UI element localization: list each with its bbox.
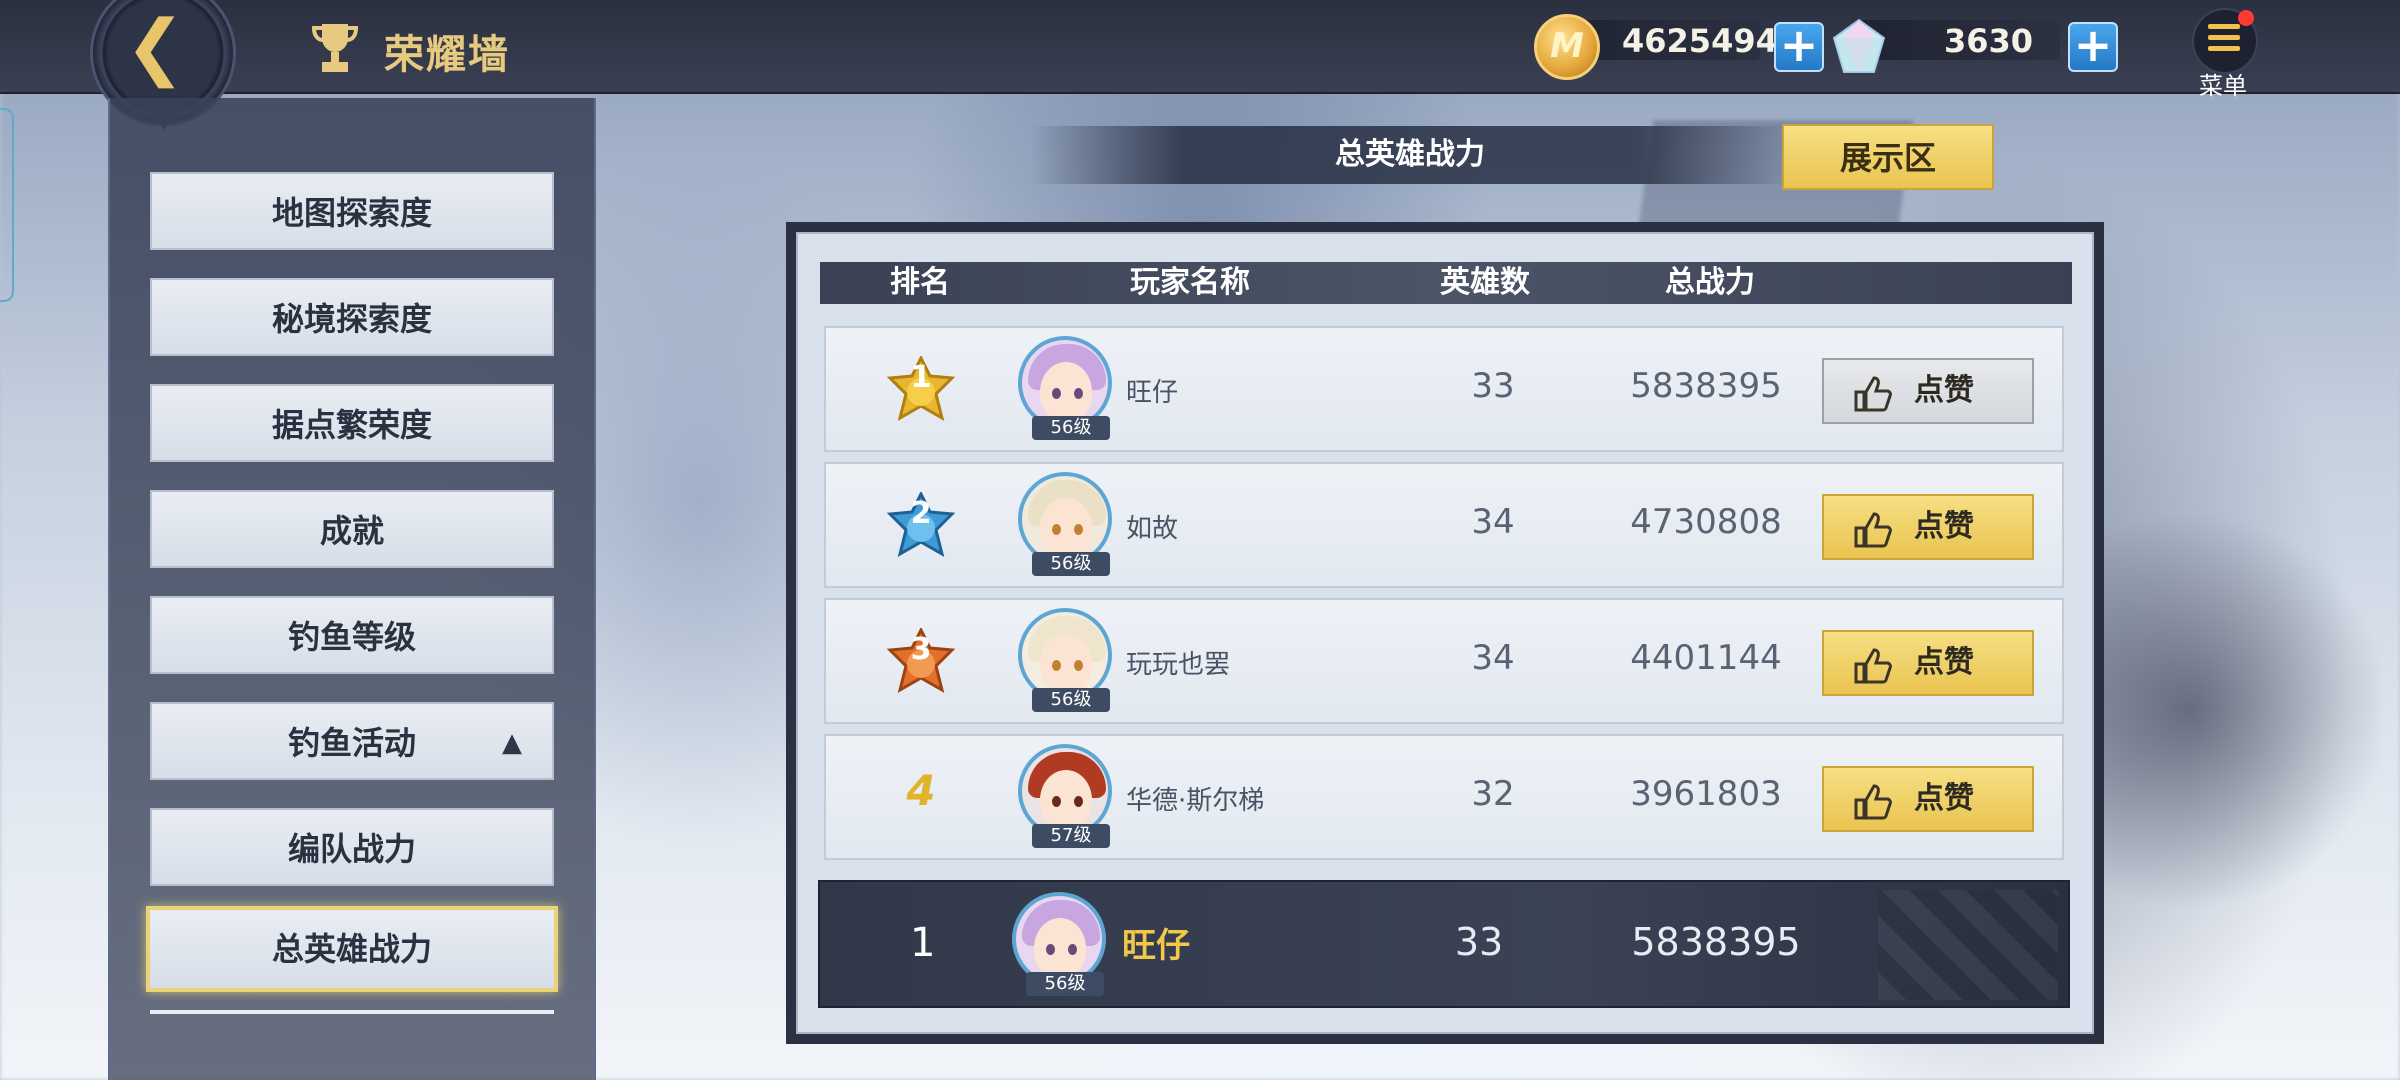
table-row: 4 57级 华德·斯尔梯 32 3961803 点赞 xyxy=(824,734,2064,860)
avatar-eye xyxy=(1052,524,1061,535)
like-button[interactable]: 点赞 xyxy=(1822,494,2034,560)
category-sidebar: 地图探索度 秘境探索度 据点繁荣度 成就 钓鱼等级 钓鱼活动 ▲ 编队战力 总英… xyxy=(108,98,596,1080)
avatar-eye xyxy=(1068,944,1077,955)
like-button[interactable]: 点赞 xyxy=(1822,630,2034,696)
like-button[interactable]: 点赞 xyxy=(1822,358,2034,424)
thumbs-up-icon xyxy=(1854,648,1892,684)
sidebar-item-stronghold-prosperity[interactable]: 据点繁荣度 xyxy=(150,384,554,462)
back-chevron-icon: ❮ xyxy=(125,4,186,88)
sidebar-item-achievements[interactable]: 成就 xyxy=(150,490,554,568)
like-label: 点赞 xyxy=(1914,781,1974,816)
avatar-eye xyxy=(1074,660,1083,671)
rank-number: 1 xyxy=(910,360,932,395)
gem-amount: 3630 xyxy=(1944,22,2034,60)
table-row: 1 56级 旺仔 33 5838395 点赞 xyxy=(824,326,2064,452)
my-ranking-row: 1 56级 旺仔 33 5838395 xyxy=(818,880,2070,1008)
avatar-face xyxy=(1034,918,1086,978)
table-row: 2 56级 如故 34 4730808 点赞 xyxy=(824,462,2064,588)
like-label: 点赞 xyxy=(1914,645,1974,680)
sidebar-item-map-exploration[interactable]: 地图探索度 xyxy=(150,172,554,250)
avatar-eye xyxy=(1074,796,1083,807)
avatar-eye xyxy=(1074,524,1083,535)
add-gems-button[interactable]: + xyxy=(2068,22,2118,72)
player-name: 旺仔 xyxy=(1126,378,1179,408)
thumbs-up-icon xyxy=(1854,512,1892,548)
table-row: 3 56级 玩玩也罢 34 4401144 点赞 xyxy=(824,598,2064,724)
player-level: 56级 xyxy=(1032,552,1110,576)
sidebar-item-fishing-level[interactable]: 钓鱼等级 xyxy=(150,596,554,674)
gem-icon xyxy=(1832,18,1886,73)
menu-icon xyxy=(2208,24,2240,54)
sidebar-item-secret-exploration[interactable]: 秘境探索度 xyxy=(150,278,554,356)
menu-label: 菜单 xyxy=(2199,72,2247,100)
like-label: 点赞 xyxy=(1914,509,1974,544)
my-total-power: 5838395 xyxy=(1631,920,1801,964)
my-name: 旺仔 xyxy=(1122,926,1190,966)
coin-icon: M xyxy=(1534,14,1600,80)
total-power: 4730808 xyxy=(1630,502,1782,542)
col-rank: 排名 xyxy=(890,265,950,300)
avatar-eye xyxy=(1052,796,1061,807)
avatar-face xyxy=(1040,362,1092,422)
sidebar-item-total-hero-power[interactable]: 总英雄战力 xyxy=(146,906,558,992)
row-decoration xyxy=(1878,890,2058,1000)
sidebar-item-label: 钓鱼活动 xyxy=(287,724,416,762)
hero-count: 34 xyxy=(1471,502,1515,542)
sidebar-item-fishing-event[interactable]: 钓鱼活动 ▲ xyxy=(150,702,554,780)
collapse-caret-icon[interactable]: ▲ xyxy=(502,704,522,782)
my-level: 56级 xyxy=(1026,972,1104,996)
player-name: 玩玩也罢 xyxy=(1126,650,1231,680)
hero-count: 32 xyxy=(1471,774,1515,814)
my-hero-count: 33 xyxy=(1454,920,1504,964)
menu-button[interactable]: 菜单 xyxy=(2188,8,2258,100)
rank-number: 4 xyxy=(906,766,936,815)
like-label: 点赞 xyxy=(1914,373,1974,408)
thumbs-up-icon xyxy=(1854,784,1892,820)
page-title: 荣耀墙 xyxy=(384,32,510,78)
table-header: 排名 玩家名称 英雄数 总战力 xyxy=(820,262,2072,304)
avatar-face xyxy=(1040,770,1092,830)
col-player-name: 玩家名称 xyxy=(1130,265,1250,300)
coin-amount: 4625494 xyxy=(1622,22,1778,60)
col-total-power: 总战力 xyxy=(1665,265,1755,300)
sidebar-divider xyxy=(150,1010,554,1014)
avatar-eye xyxy=(1074,388,1083,399)
hero-count: 33 xyxy=(1471,366,1515,406)
total-power: 5838395 xyxy=(1630,366,1782,406)
rank-number: 2 xyxy=(910,496,932,531)
total-power: 3961803 xyxy=(1630,774,1782,814)
player-name: 如故 xyxy=(1126,514,1179,544)
my-rank: 1 xyxy=(910,920,936,966)
board-title: 总英雄战力 xyxy=(1335,137,1485,172)
total-power: 4401144 xyxy=(1630,638,1782,678)
trophy-icon xyxy=(311,24,359,72)
avatar-face xyxy=(1040,634,1092,694)
display-area-button[interactable]: 展示区 xyxy=(1782,124,1994,190)
player-name: 华德·斯尔梯 xyxy=(1126,786,1265,816)
rank-number: 3 xyxy=(910,632,932,667)
thumbs-up-icon xyxy=(1854,376,1892,412)
hero-count: 34 xyxy=(1471,638,1515,678)
avatar-eye xyxy=(1052,660,1061,671)
sidebar-item-team-power[interactable]: 编队战力 xyxy=(150,808,554,886)
like-button[interactable]: 点赞 xyxy=(1822,766,2034,832)
side-edge-tab[interactable] xyxy=(0,108,14,302)
avatar-eye xyxy=(1046,944,1055,955)
player-level: 56级 xyxy=(1032,416,1110,440)
player-level: 57级 xyxy=(1032,824,1110,848)
board-title-bar: 总英雄战力 xyxy=(1030,126,1790,184)
notification-dot xyxy=(2238,10,2254,26)
avatar-face xyxy=(1040,498,1092,558)
add-coins-button[interactable]: + xyxy=(1774,22,1824,72)
col-hero-count: 英雄数 xyxy=(1440,265,1530,300)
player-level: 56级 xyxy=(1032,688,1110,712)
avatar-eye xyxy=(1052,388,1061,399)
